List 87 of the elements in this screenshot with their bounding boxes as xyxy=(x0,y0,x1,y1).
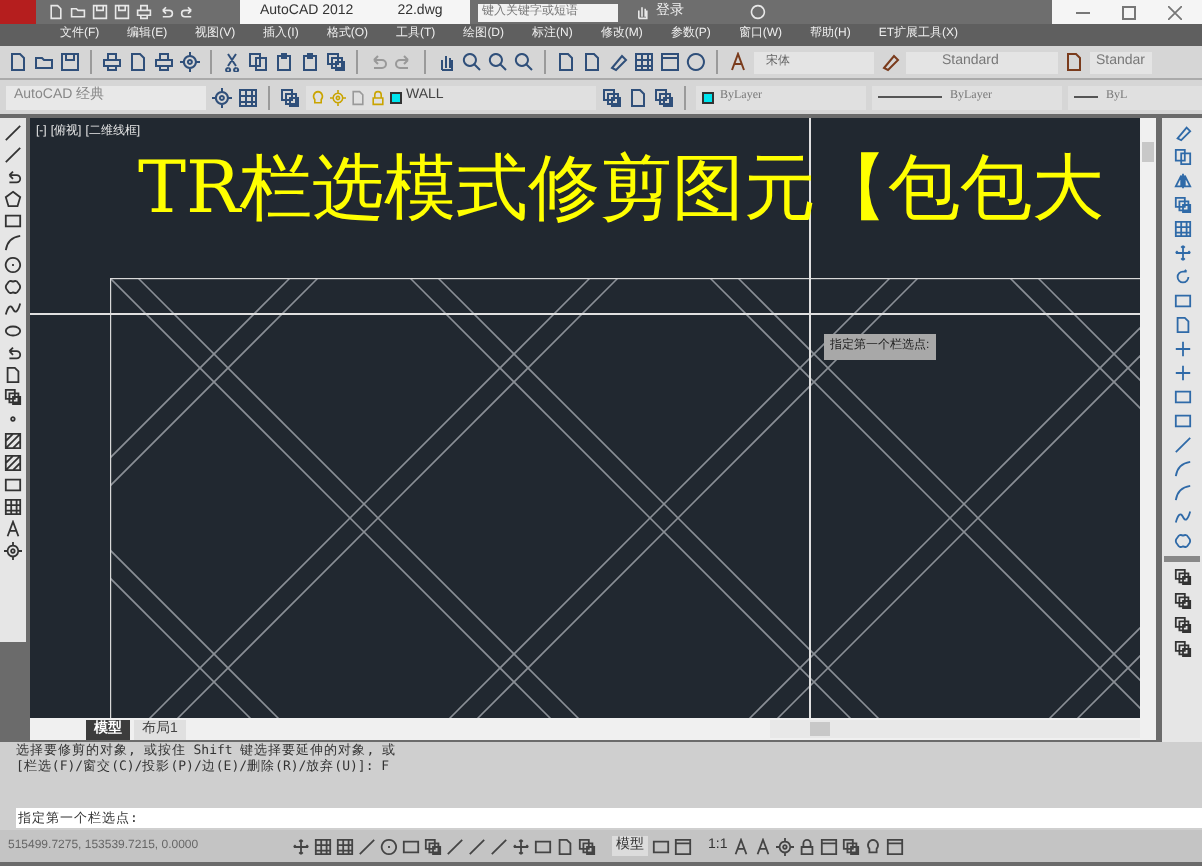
clipboard-icon[interactable] xyxy=(300,52,320,72)
undo-icon[interactable] xyxy=(4,344,22,362)
printer-icon[interactable] xyxy=(102,52,122,72)
stacked-squares-icon[interactable] xyxy=(841,837,860,855)
window-icon[interactable] xyxy=(885,837,904,855)
stacked-squares-icon[interactable] xyxy=(424,837,442,855)
move-arrows-icon[interactable] xyxy=(512,837,530,855)
hatch-icon[interactable] xyxy=(4,454,22,472)
minimize-icon[interactable] xyxy=(1076,11,1090,13)
stacked-squares-icon[interactable] xyxy=(326,52,346,72)
stacked-squares-icon[interactable] xyxy=(1173,616,1191,634)
text-tool-icon[interactable] xyxy=(753,837,772,855)
save-icon[interactable] xyxy=(60,52,80,72)
line-tool-icon[interactable] xyxy=(1173,436,1191,454)
arc-icon[interactable] xyxy=(4,234,22,252)
horizontal-scrollbar[interactable] xyxy=(770,720,1140,738)
table-icon[interactable] xyxy=(4,498,22,516)
scrollbar-thumb[interactable] xyxy=(810,722,830,736)
layer-swatch xyxy=(390,91,402,103)
document-icon[interactable] xyxy=(1064,52,1084,72)
scrollbar-thumb[interactable] xyxy=(1142,142,1154,162)
table-icon[interactable] xyxy=(634,52,654,72)
light-bulb-icon[interactable] xyxy=(863,837,882,855)
stacked-squares-icon[interactable] xyxy=(1173,568,1191,586)
line-sample xyxy=(1074,96,1098,98)
printer-icon[interactable] xyxy=(154,52,174,72)
document-icon[interactable] xyxy=(1173,316,1191,334)
rectangle-icon[interactable] xyxy=(1173,292,1191,310)
copy-icon[interactable] xyxy=(1173,148,1191,166)
magnifier-icon[interactable] xyxy=(514,52,534,72)
table-icon[interactable] xyxy=(314,837,332,855)
stacked-squares-icon[interactable] xyxy=(1173,592,1191,610)
move-arrows-icon[interactable] xyxy=(292,837,310,855)
window-icon[interactable] xyxy=(674,837,692,855)
mirror-icon[interactable] xyxy=(1173,172,1191,190)
stacked-squares-icon[interactable] xyxy=(1173,196,1191,214)
clipboard-icon[interactable] xyxy=(274,52,294,72)
table-icon[interactable] xyxy=(1173,220,1191,238)
document-icon[interactable] xyxy=(556,837,574,855)
rectangle-icon[interactable] xyxy=(4,212,22,230)
document-icon[interactable] xyxy=(628,87,648,107)
spline-icon[interactable] xyxy=(1173,508,1191,526)
cloud-icon[interactable] xyxy=(1173,532,1191,550)
move-arrows-icon[interactable] xyxy=(1173,244,1191,262)
text-tool-icon[interactable] xyxy=(728,52,748,72)
hatch-icon[interactable] xyxy=(4,432,22,450)
text-tool-icon[interactable] xyxy=(731,837,750,855)
maximize-icon[interactable] xyxy=(1122,5,1136,19)
line-sample xyxy=(878,96,942,98)
window-icon[interactable] xyxy=(660,52,680,72)
spline-icon[interactable] xyxy=(4,300,22,318)
vertical-scrollbar[interactable] xyxy=(1140,118,1156,718)
undo-icon[interactable] xyxy=(4,168,22,186)
copy-icon[interactable] xyxy=(248,52,268,72)
stacked-squares-icon[interactable] xyxy=(578,837,596,855)
magnifier-icon[interactable] xyxy=(488,52,508,72)
folder-icon[interactable] xyxy=(34,52,54,72)
rectangle-icon[interactable] xyxy=(534,837,552,855)
stacked-squares-icon[interactable] xyxy=(602,87,622,107)
document-icon[interactable] xyxy=(128,52,148,72)
stacked-squares-icon[interactable] xyxy=(4,388,22,406)
line-tool-icon[interactable] xyxy=(358,837,376,855)
stacked-squares-icon[interactable] xyxy=(1173,640,1191,658)
eraser-icon[interactable] xyxy=(880,52,900,72)
close-icon[interactable] xyxy=(1168,5,1182,19)
redo-icon[interactable] xyxy=(180,4,196,20)
cloud-icon[interactable] xyxy=(4,278,22,296)
document-icon[interactable] xyxy=(4,366,22,384)
rectangle-icon[interactable] xyxy=(402,837,420,855)
scissors-icon[interactable] xyxy=(222,52,242,72)
rotate-icon[interactable] xyxy=(1173,268,1191,286)
table-icon[interactable] xyxy=(336,837,354,855)
folder-icon[interactable] xyxy=(70,4,86,20)
rectangle-icon[interactable] xyxy=(4,476,22,494)
lock-icon[interactable] xyxy=(797,837,816,855)
window-icon[interactable] xyxy=(819,837,838,855)
magnifier-icon[interactable] xyxy=(462,52,482,72)
text-tool-icon[interactable] xyxy=(4,520,22,538)
document-icon[interactable] xyxy=(8,52,28,72)
stacked-squares-icon[interactable] xyxy=(654,87,674,107)
pentagon-icon[interactable] xyxy=(4,190,22,208)
table-icon[interactable] xyxy=(238,87,258,107)
eraser-icon[interactable] xyxy=(608,52,628,72)
stacked-squares-icon[interactable] xyxy=(280,87,300,107)
color-swatch xyxy=(702,91,714,103)
eraser-icon[interactable] xyxy=(1173,124,1191,142)
rectangle-icon[interactable] xyxy=(652,837,670,855)
